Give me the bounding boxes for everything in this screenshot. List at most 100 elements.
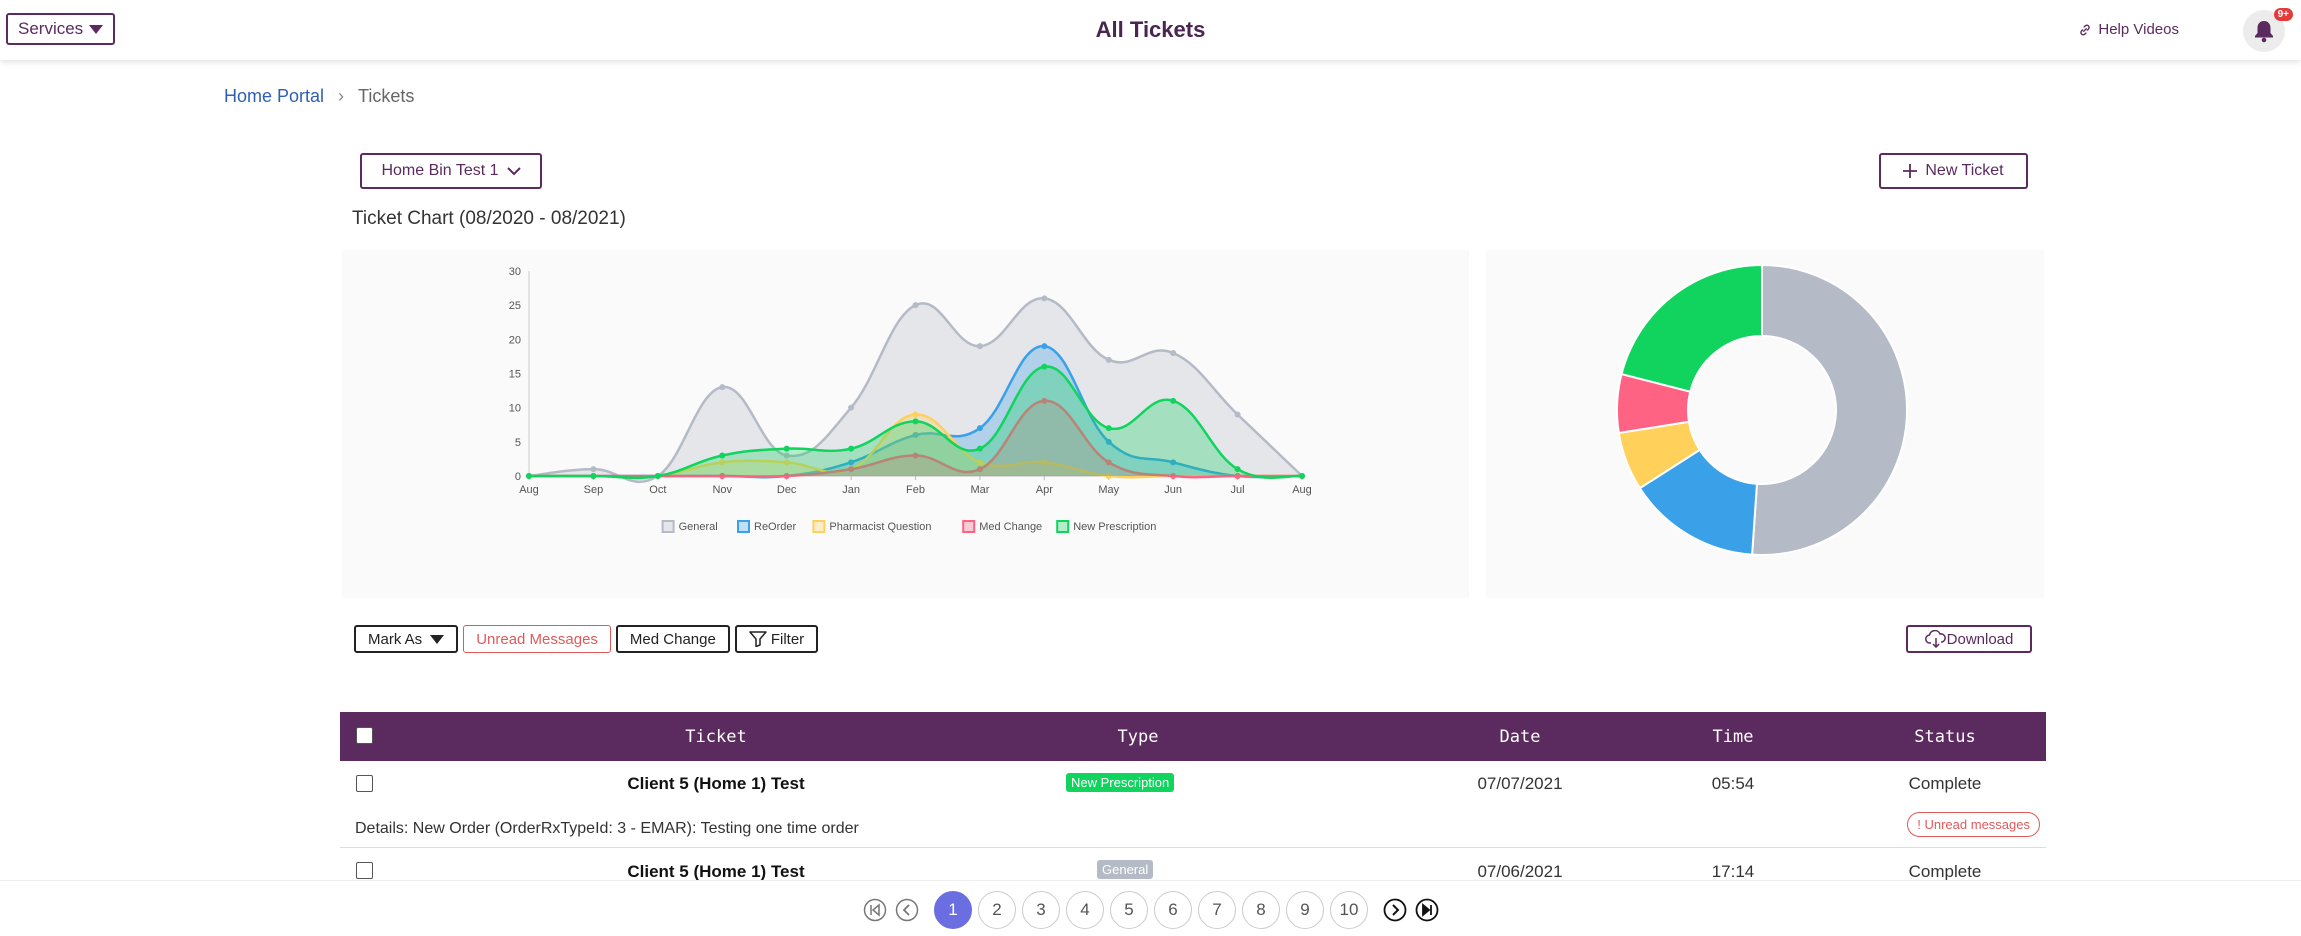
x-tick-label: Jan xyxy=(842,484,860,496)
data-point[interactable] xyxy=(719,384,726,391)
ticket-name[interactable]: Client 5 (Home 1) Test xyxy=(576,862,856,882)
breadcrumb: Home Portal › Tickets xyxy=(224,86,414,107)
data-point[interactable] xyxy=(783,445,790,452)
legend-label[interactable]: Med Change xyxy=(979,521,1042,533)
link-icon xyxy=(2080,24,2091,35)
page-title: All Tickets xyxy=(1095,17,1206,42)
legend-swatch[interactable] xyxy=(737,520,750,533)
x-tick-label: Feb xyxy=(906,484,925,496)
page-5-button[interactable]: 5 xyxy=(1110,891,1148,929)
y-tick-label: 25 xyxy=(509,300,521,312)
mark-as-dropdown[interactable]: Mark As xyxy=(354,625,459,653)
breadcrumb-home-link[interactable]: Home Portal xyxy=(224,86,324,107)
legend-label[interactable]: Pharmacist Question xyxy=(829,521,931,533)
page-1-button[interactable]: 1 xyxy=(934,891,972,929)
data-point[interactable] xyxy=(1041,363,1048,370)
header-type[interactable]: Type xyxy=(1098,727,1178,747)
data-point[interactable] xyxy=(1170,397,1177,404)
header-status[interactable]: Status xyxy=(1895,727,1995,747)
legend-swatch[interactable] xyxy=(962,520,976,533)
row-checkbox[interactable] xyxy=(356,862,373,879)
data-point[interactable] xyxy=(976,445,983,452)
ticket-name[interactable]: Client 5 (Home 1) Test xyxy=(576,774,856,794)
ticket-time: 05:54 xyxy=(1711,774,1755,793)
type-badge: New Prescription xyxy=(1066,773,1175,792)
breadcrumb-current: Tickets xyxy=(358,86,415,106)
table-header: Ticket Type Date Time Status xyxy=(340,712,2046,761)
legend-swatch[interactable] xyxy=(1056,520,1070,533)
new-ticket-button[interactable]: New Ticket xyxy=(1879,153,2028,189)
data-point[interactable] xyxy=(1105,425,1112,432)
data-point[interactable] xyxy=(848,404,855,411)
header-ticket[interactable]: Ticket xyxy=(676,727,756,747)
help-videos-label: Help Videos xyxy=(2098,21,2179,38)
data-point[interactable] xyxy=(912,411,919,418)
data-point[interactable] xyxy=(590,466,597,473)
first-page-icon[interactable] xyxy=(862,897,888,923)
data-point[interactable] xyxy=(976,343,983,350)
top-bar: Services All Tickets Help Videos 9+ xyxy=(0,0,2301,60)
data-point[interactable] xyxy=(1041,343,1048,350)
data-point[interactable] xyxy=(1170,350,1177,356)
chevron-down-icon xyxy=(506,167,521,176)
page-9-button[interactable]: 9 xyxy=(1286,891,1324,929)
previous-page-icon[interactable] xyxy=(894,897,920,923)
data-point[interactable] xyxy=(848,445,855,452)
data-point[interactable] xyxy=(719,452,726,459)
ticket-line-chart-panel: 0 5 10 15 20 25 30 Aug Sep Oct Nov Dec Jan Feb Mar Apr M… xyxy=(342,250,1469,598)
legend-label[interactable]: General xyxy=(679,521,718,533)
table-row[interactable]: Client 5 (Home 1) Test New Prescription … xyxy=(340,761,2046,848)
page-3-button[interactable]: 3 xyxy=(1022,891,1060,929)
legend-label[interactable]: ReOrder xyxy=(754,521,797,533)
data-point[interactable] xyxy=(1041,295,1048,302)
page-7-button[interactable]: 7 xyxy=(1198,891,1236,929)
data-point[interactable] xyxy=(912,302,919,309)
y-tick-label: 20 xyxy=(509,334,521,346)
donut-slice-0[interactable] xyxy=(1751,263,1908,556)
data-point[interactable] xyxy=(526,473,532,479)
page-6-button[interactable]: 6 xyxy=(1154,891,1192,929)
help-videos-link[interactable]: Help Videos xyxy=(2078,21,2179,38)
row-checkbox[interactable] xyxy=(356,775,373,792)
page-10-button[interactable]: 10 xyxy=(1330,891,1368,929)
download-button[interactable]: Download xyxy=(1906,625,2032,653)
location-select[interactable]: Home Bin Test 1 xyxy=(360,153,542,189)
data-point[interactable] xyxy=(1234,411,1241,418)
data-point[interactable] xyxy=(976,425,983,432)
filter-button[interactable]: Filter xyxy=(734,625,819,653)
filter-icon xyxy=(749,631,767,647)
legend-swatch[interactable] xyxy=(812,520,826,533)
data-point[interactable] xyxy=(1105,356,1112,363)
x-tick-label: Aug xyxy=(1292,484,1312,496)
ticket-status: Complete xyxy=(1908,862,1982,881)
page-4-button[interactable]: 4 xyxy=(1066,891,1104,929)
select-all-checkbox[interactable] xyxy=(356,727,373,744)
unread-messages-button[interactable]: Unread Messages xyxy=(463,625,611,653)
next-page-icon[interactable] xyxy=(1382,897,1408,923)
y-tick-label: 30 xyxy=(509,266,521,278)
header-date[interactable]: Date xyxy=(1480,727,1560,747)
header-time[interactable]: Time xyxy=(1693,727,1773,747)
donut-slice-4[interactable] xyxy=(1620,263,1763,393)
ticket-line-chart: 0 5 10 15 20 25 30 Aug Sep Oct Nov Dec Jan Feb Mar Apr M… xyxy=(509,266,1312,533)
breadcrumb-separator-icon: › xyxy=(338,86,345,106)
data-point[interactable] xyxy=(590,473,597,479)
caret-down-icon xyxy=(430,634,445,644)
legend-swatch[interactable] xyxy=(661,520,675,533)
unread-messages-badge[interactable]: ! Unread messages xyxy=(1907,812,2040,837)
med-change-button[interactable]: Med Change xyxy=(615,625,730,653)
last-page-icon[interactable] xyxy=(1414,897,1440,923)
data-point[interactable] xyxy=(912,418,919,425)
page-2-button[interactable]: 2 xyxy=(978,891,1016,929)
data-point[interactable] xyxy=(654,473,661,479)
page-8-button[interactable]: 8 xyxy=(1242,891,1280,929)
ticket-actions: Mark As Unread Messages Med Change Filte… xyxy=(354,625,819,653)
new-ticket-label: New Ticket xyxy=(1925,162,2004,179)
data-point[interactable] xyxy=(1234,466,1241,473)
x-tick-label: Nov xyxy=(712,484,732,496)
legend-label[interactable]: New Prescription xyxy=(1073,521,1156,533)
notifications-button[interactable]: 9+ xyxy=(2243,8,2293,52)
x-tick-label: Apr xyxy=(1036,484,1053,496)
plus-icon xyxy=(1903,164,1918,178)
data-point[interactable] xyxy=(1299,473,1305,479)
